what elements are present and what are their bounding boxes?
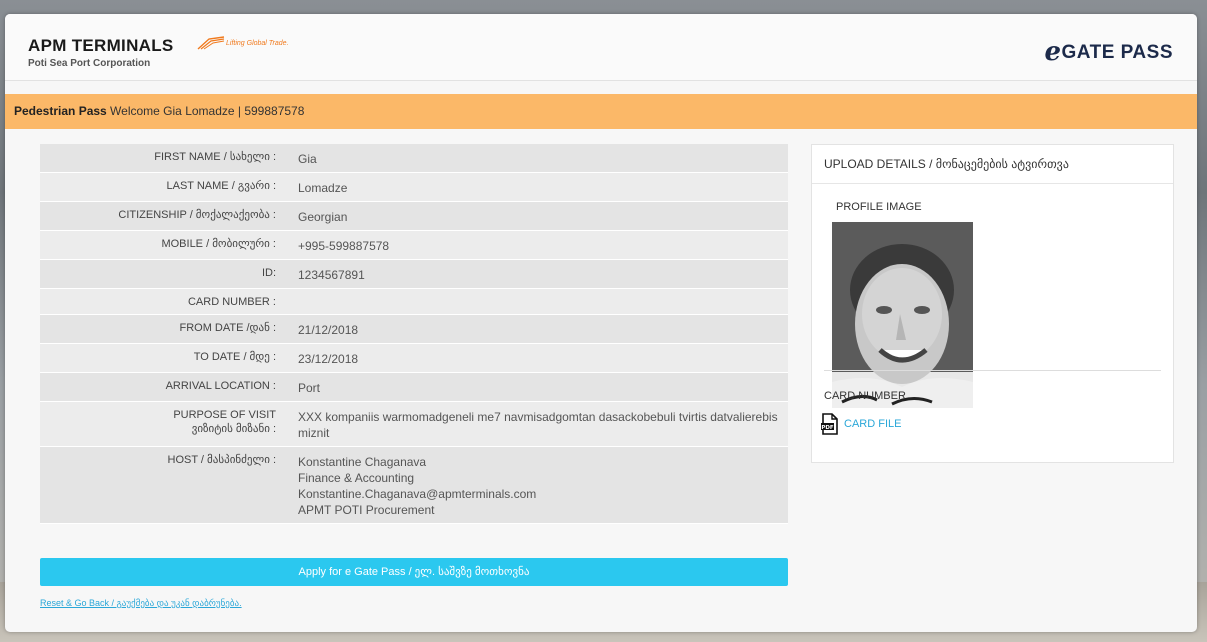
detail-label: CARD NUMBER : xyxy=(187,296,276,308)
detail-value-line: Port xyxy=(298,381,321,395)
detail-value-line: XXX kompaniis warmomadgeneli me7 navmisa… xyxy=(298,410,778,440)
detail-value: 23/12/2018 xyxy=(276,344,788,372)
detail-row: HOST / მასპინძელი : Konstantine Chaganava… xyxy=(40,447,788,524)
detail-value: Port xyxy=(276,373,788,401)
detail-value-line: 23/12/2018 xyxy=(298,352,359,366)
brand-e-letter: e xyxy=(1044,37,1062,67)
detail-label: MOBILE / მობილური : xyxy=(161,238,276,250)
detail-value-line: Finance & Accounting xyxy=(298,471,415,485)
detail-row: PURPOSE OF VISIT ვიზიტის მიზანი : XXX kom… xyxy=(40,402,788,447)
detail-row: ID: 1234567891 xyxy=(40,260,788,289)
detail-value-line: Lomadze xyxy=(298,181,348,195)
reset-go-back-link[interactable]: Reset & Go Back / გაუქმება და უკან დაბრუ… xyxy=(40,598,242,609)
detail-label: PURPOSE OF VISIT ვიზიტის მიზანი : xyxy=(173,409,276,435)
detail-label: TO DATE / მდე : xyxy=(193,351,276,363)
detail-row: FIRST NAME / სახელი : Gia xyxy=(40,144,788,173)
detail-value-line: Konstantine.Chaganava@apmterminals.com xyxy=(298,487,537,501)
upload-details-panel: UPLOAD DETAILS / მონაცემების ატვირთვა PR… xyxy=(811,144,1174,463)
pass-type: Pedestrian Pass xyxy=(14,104,107,118)
swoosh-logo-icon xyxy=(197,36,225,50)
card-number-label: CARD NUMBER xyxy=(824,390,906,402)
pdf-file-icon: PDF xyxy=(821,413,838,435)
profile-photo xyxy=(832,222,973,408)
detail-label: FROM DATE /დან : xyxy=(179,322,276,334)
detail-value-line: APMT POTI Procurement xyxy=(298,503,435,517)
detail-label: LAST NAME / გვარი : xyxy=(166,180,277,192)
profile-image-label: PROFILE IMAGE xyxy=(836,201,922,213)
profile-photo-image xyxy=(832,222,973,408)
detail-row: LAST NAME / გვარი : Lomadze xyxy=(40,173,788,202)
detail-row: TO DATE / მდე : 23/12/2018 xyxy=(40,344,788,373)
apm-terminals-logo: APM TERMINALS xyxy=(28,36,174,55)
detail-value: 21/12/2018 xyxy=(276,315,788,343)
detail-label: CITIZENSHIP / მოქალაქეობა : xyxy=(118,209,276,221)
welcome-bar: Pedestrian Pass Welcome Gia Lomadze | 59… xyxy=(5,94,1197,129)
apply-button[interactable]: Apply for e Gate Pass / ელ. საშვზე მოთხო… xyxy=(40,558,788,586)
detail-value: +995-599887578 xyxy=(276,231,788,259)
card-file-item[interactable]: PDF CARD FILE xyxy=(820,413,901,435)
detail-value-line: Konstantine Chaganava xyxy=(298,455,427,469)
main-panel: APM TERMINALS Lifting Global Trade. Poti… xyxy=(5,14,1197,632)
egate-pass-brand: eGATE PASS xyxy=(1044,37,1173,67)
svg-text:PDF: PDF xyxy=(821,425,834,431)
detail-value: Gia xyxy=(276,144,788,172)
detail-row: CARD NUMBER : xyxy=(40,289,788,315)
detail-label: ID: xyxy=(261,267,276,279)
details-table: FIRST NAME / სახელი : Gia LAST NAME / გვარ… xyxy=(40,144,788,524)
detail-label: ARRIVAL LOCATION : xyxy=(165,380,276,392)
detail-label: FIRST NAME / სახელი : xyxy=(154,151,276,163)
detail-value xyxy=(276,289,788,301)
detail-value-line: Georgian xyxy=(298,210,348,224)
divider xyxy=(824,370,1161,371)
logo-subtitle: Poti Sea Port Corporation xyxy=(28,58,151,69)
detail-value-line: 21/12/2018 xyxy=(298,323,359,337)
detail-value-line: 1234567891 xyxy=(298,268,365,282)
detail-row: ARRIVAL LOCATION : Port xyxy=(40,373,788,402)
detail-label: HOST / მასპინძელი : xyxy=(167,454,276,466)
page-header: APM TERMINALS Lifting Global Trade. Poti… xyxy=(5,14,1197,81)
welcome-message: Welcome Gia Lomadze | 599887578 xyxy=(106,104,305,118)
detail-row: MOBILE / მობილური : +995-599887578 xyxy=(40,231,788,260)
detail-value: Lomadze xyxy=(276,173,788,201)
detail-value-line: Gia xyxy=(298,152,317,166)
detail-value: Konstantine Chaganava Finance & Accountin… xyxy=(276,447,788,523)
card-file-link[interactable]: CARD FILE xyxy=(844,418,901,430)
logo-tagline: Lifting Global Trade. xyxy=(226,40,289,47)
upload-details-title: UPLOAD DETAILS / მონაცემების ატვირთვა xyxy=(812,145,1173,184)
brand-text: GATE PASS xyxy=(1061,42,1173,63)
detail-value: Georgian xyxy=(276,202,788,230)
detail-row: CITIZENSHIP / მოქალაქეობა : Georgian xyxy=(40,202,788,231)
detail-value: 1234567891 xyxy=(276,260,788,288)
detail-value-line: +995-599887578 xyxy=(298,239,390,253)
detail-row: FROM DATE /დან : 21/12/2018 xyxy=(40,315,788,344)
detail-value: XXX kompaniis warmomadgeneli me7 navmisa… xyxy=(276,402,788,446)
